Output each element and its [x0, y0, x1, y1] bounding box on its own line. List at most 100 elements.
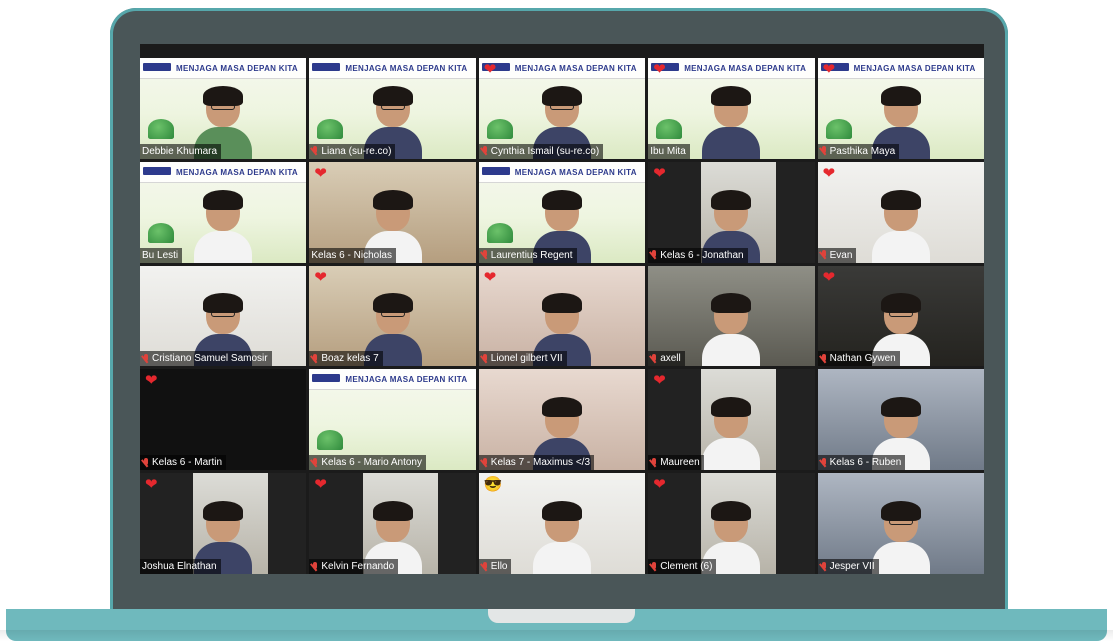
participant-name: Liana (su-re.co): [321, 145, 392, 157]
virtual-background-banner: MENJAGA MASA DEPAN KITA: [648, 58, 815, 79]
participant-video: [702, 85, 761, 159]
participant-name-tag: Cynthia Ismail (su-re.co): [478, 143, 604, 159]
participant-tile[interactable]: MENJAGA MASA DEPAN KITA Bu Lesti: [140, 161, 307, 263]
heart-reaction-icon: ❤: [653, 61, 666, 78]
virtual-background-banner: MENJAGA MASA DEPAN KITA: [309, 58, 476, 79]
participant-name: Clement (6): [660, 561, 713, 572]
participant-video: [871, 189, 930, 263]
participant-name: Bu Lesti: [142, 249, 179, 261]
globe-illustration: [317, 118, 344, 139]
participant-name: Laurentius Regent: [490, 249, 573, 261]
sunglasses-emoji-icon: 😎: [483, 476, 503, 494]
participant-name: Kelvin Fernando: [321, 561, 395, 572]
participant-name: Kelas 6 - Nicholas: [311, 249, 392, 261]
participant-name-tag: Boaz kelas 7: [309, 351, 383, 367]
globe-illustration: [486, 118, 513, 139]
participant-name: Kelas 7 - Maximus </3: [490, 457, 591, 469]
banner-title: MENJAGA MASA DEPAN KITA: [853, 64, 976, 73]
participant-name: Ibu Mita: [650, 145, 686, 157]
participant-tile[interactable]: Cristiano Samuel Samosir: [140, 265, 307, 367]
globe-illustration: [148, 222, 174, 243]
virtual-background-banner: MENJAGA MASA DEPAN KITA: [309, 369, 476, 391]
muted-mic-icon: [311, 353, 319, 364]
muted-mic-icon: [142, 353, 150, 364]
participant-video: [702, 293, 761, 367]
muted-mic-icon: [820, 353, 828, 364]
event-logo: [143, 166, 171, 175]
participant-gallery: MENJAGA MASA DEPAN KITA Debbie Khumara MEN…: [140, 58, 984, 574]
muted-mic-icon: [142, 457, 150, 468]
heart-reaction-icon: ❤: [653, 372, 666, 390]
muted-mic-icon: [820, 250, 828, 260]
muted-mic-icon: [311, 457, 319, 468]
virtual-background-banner: MENJAGA MASA DEPAN KITA: [140, 58, 307, 79]
muted-mic-icon: [650, 250, 658, 260]
participant-tile[interactable]: ❤ Kelas 6 - Jonathan: [648, 161, 815, 263]
participant-name-tag: Kelas 7 - Maximus </3: [478, 455, 595, 471]
participant-tile[interactable]: Jesper VII: [817, 473, 984, 574]
participant-name: Boaz kelas 7: [321, 353, 379, 365]
muted-mic-icon: [311, 561, 319, 572]
heart-reaction-icon: ❤: [822, 164, 836, 182]
participant-name-tag: Pasthika Maya: [817, 143, 900, 159]
participant-tile[interactable]: ❤ Evan: [817, 161, 984, 263]
event-logo: [312, 63, 341, 71]
virtual-background-banner: MENJAGA MASA DEPAN KITA: [478, 161, 646, 183]
heart-reaction-icon: ❤: [653, 164, 666, 182]
event-logo: [143, 63, 171, 71]
participant-tile[interactable]: 😎 Ello: [478, 473, 646, 574]
participant-tile[interactable]: ❤ Clement (6): [648, 473, 815, 574]
video-conference-screen: MENJAGA MASA DEPAN KITA Debbie Khumara MEN…: [140, 44, 984, 574]
participant-video: [871, 501, 930, 574]
participant-name-tag: Joshua Elnathan: [140, 559, 221, 574]
participant-name-tag: Jesper VII: [817, 559, 879, 574]
globe-illustration: [317, 430, 344, 451]
heart-reaction-icon: ❤: [314, 476, 327, 494]
participant-name: Joshua Elnathan: [142, 561, 217, 572]
participant-tile[interactable]: ❤ Maureen: [648, 369, 815, 471]
participant-tile[interactable]: axell: [648, 265, 815, 367]
participant-tile[interactable]: MENJAGA MASA DEPAN KITA ❤ Ibu Mita: [648, 58, 815, 159]
participant-name: Lionel gilbert VII: [490, 353, 563, 365]
participant-tile[interactable]: Kelas 7 - Maximus </3: [478, 369, 646, 471]
heart-reaction-icon: ❤: [314, 164, 327, 182]
participant-tile[interactable]: MENJAGA MASA DEPAN KITA Liana (su-re.co): [309, 58, 476, 159]
participant-tile[interactable]: ❤ Kelas 6 - Nicholas: [309, 161, 476, 263]
participant-name-tag: Maureen: [648, 455, 704, 471]
muted-mic-icon: [481, 457, 489, 468]
participant-tile[interactable]: ❤ Kelas 6 - Martin: [140, 369, 307, 471]
participant-tile[interactable]: MENJAGA MASA DEPAN KITA Laurentius Regent: [478, 161, 646, 263]
participant-tile[interactable]: MENJAGA MASA DEPAN KITA ❤ Pasthika Maya: [817, 58, 984, 159]
participant-name: axell: [660, 353, 681, 365]
heart-reaction-icon: ❤: [483, 268, 497, 286]
event-logo: [312, 374, 341, 383]
participant-tile[interactable]: ❤ Joshua Elnathan: [140, 473, 307, 574]
muted-mic-icon: [820, 457, 828, 468]
participant-tile[interactable]: ❤ Kelvin Fernando: [309, 473, 476, 574]
participant-tile[interactable]: MENJAGA MASA DEPAN KITA Kelas 6 - Mario A…: [309, 369, 476, 471]
globe-illustration: [825, 118, 852, 139]
participant-name-tag: Nathan Gywen: [817, 351, 900, 367]
banner-title: MENJAGA MASA DEPAN KITA: [176, 167, 299, 177]
participant-tile[interactable]: ❤ Boaz kelas 7: [309, 265, 476, 367]
laptop-shadow: [0, 630, 1113, 641]
muted-mic-icon: [481, 146, 489, 156]
participant-video: [532, 501, 591, 574]
muted-mic-icon: [481, 353, 489, 364]
participant-tile[interactable]: ❤ Lionel gilbert VII: [478, 265, 646, 367]
muted-mic-icon: [650, 457, 658, 468]
participant-tile[interactable]: MENJAGA MASA DEPAN KITA Debbie Khumara: [140, 58, 307, 159]
participant-tile[interactable]: MENJAGA MASA DEPAN KITA ❤ Cynthia Ismail (…: [478, 58, 646, 159]
participant-tile[interactable]: Kelas 6 - Ruben: [817, 369, 984, 471]
participant-name-tag: Kelas 6 - Martin: [140, 455, 227, 471]
event-logo: [481, 166, 510, 175]
banner-title: MENJAGA MASA DEPAN KITA: [514, 167, 637, 177]
participant-name-tag: Evan: [817, 247, 857, 263]
participant-tile[interactable]: ❤ Nathan Gywen: [817, 265, 984, 367]
participant-name-tag: Bu Lesti: [140, 247, 183, 263]
muted-mic-icon: [650, 353, 658, 364]
muted-mic-icon: [481, 561, 489, 572]
participant-name-tag: Lionel gilbert VII: [478, 351, 567, 367]
heart-reaction-icon: ❤: [653, 476, 666, 494]
participant-name-tag: Ibu Mita: [648, 143, 690, 159]
